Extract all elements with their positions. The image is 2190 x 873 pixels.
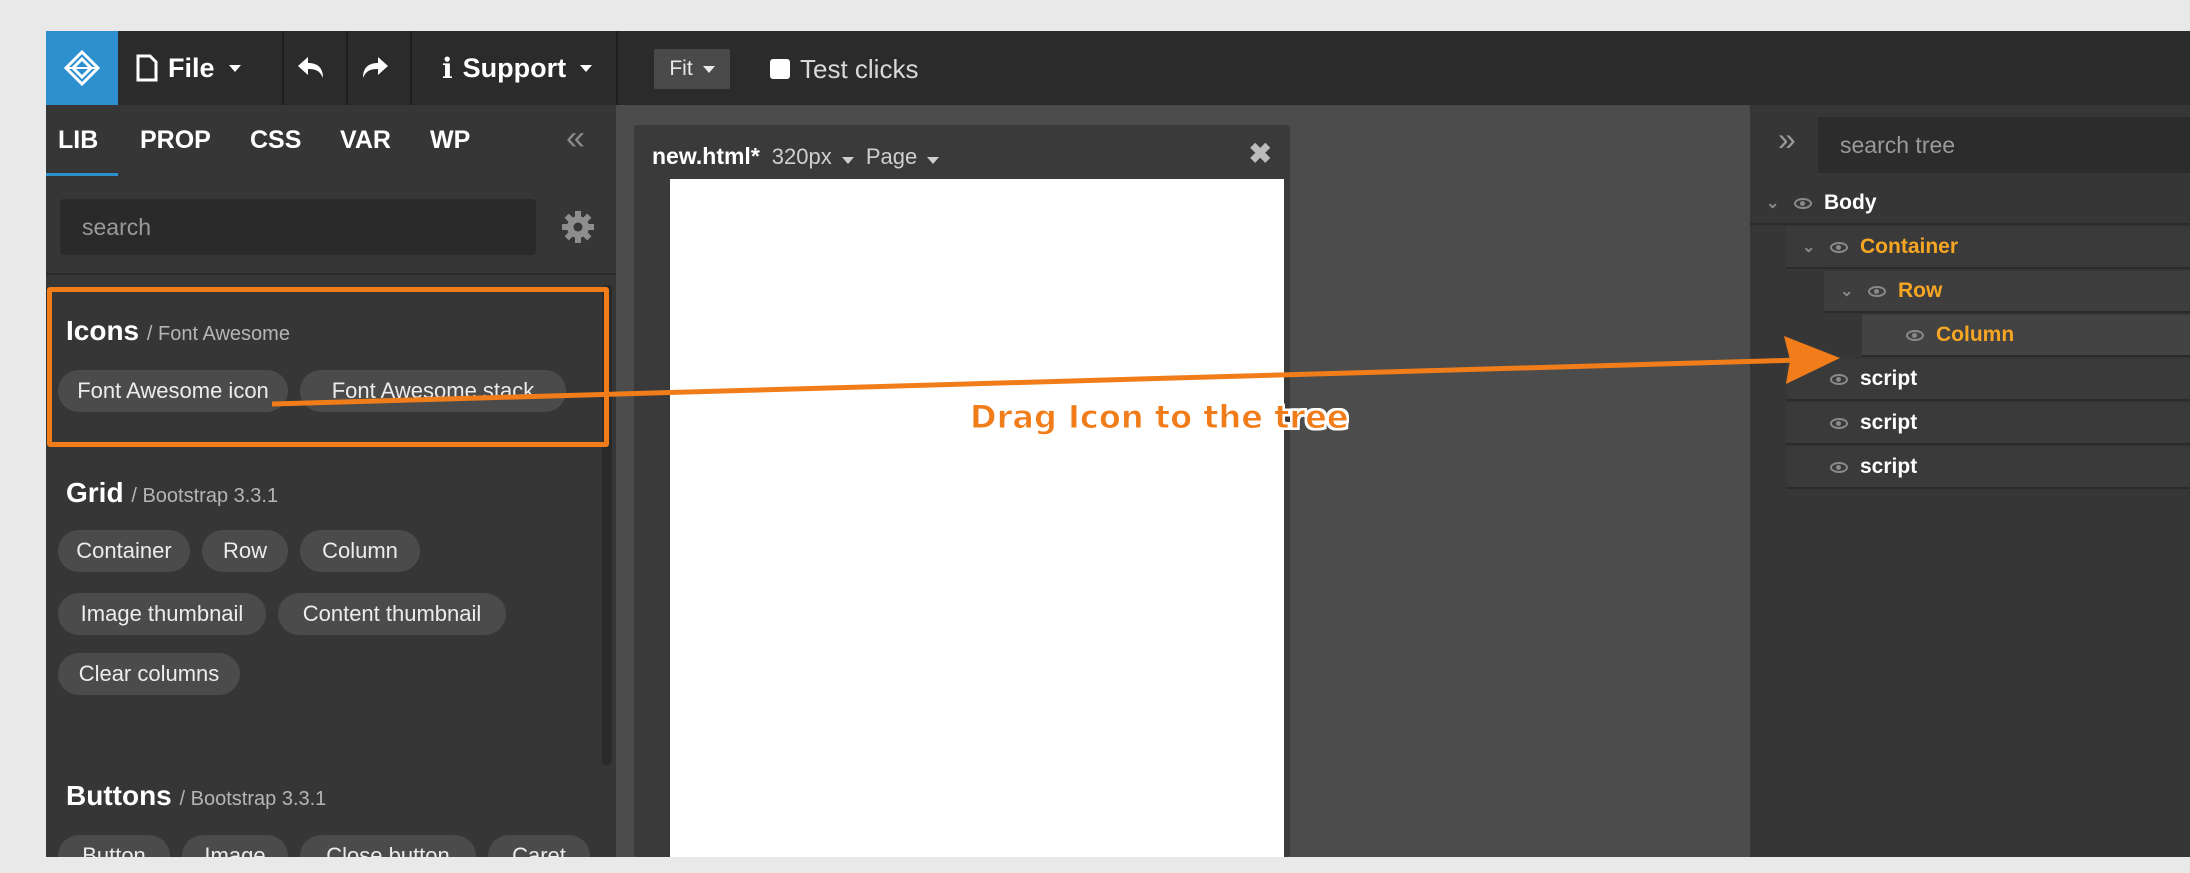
eye-icon[interactable] — [1906, 329, 1924, 341]
tree-node-label: script — [1860, 411, 1918, 434]
section-subtitle: / Bootstrap 3.3.1 — [131, 485, 279, 507]
chevron-down-icon — [927, 156, 940, 164]
tree-node-label: script — [1860, 455, 1918, 478]
chevron-down-icon — [580, 64, 593, 72]
tree-node-row[interactable]: ⌄ Row — [1824, 271, 2190, 313]
section-title: Grid — [66, 477, 124, 508]
tab-var[interactable]: VAR — [340, 105, 391, 175]
gear-icon[interactable] — [560, 209, 596, 245]
support-menu-button[interactable]: i Support — [442, 31, 593, 105]
document-tab-header: new.html* 320px Page — [652, 143, 940, 170]
tab-wp[interactable]: WP — [430, 105, 470, 175]
tree-node-label: script — [1860, 367, 1918, 390]
annotation-label: Drag Icon to the tree — [970, 398, 1350, 437]
test-clicks-label: Test clicks — [800, 53, 919, 84]
component-row[interactable]: Row — [202, 530, 288, 572]
toolbar-divider — [616, 31, 618, 105]
eye-icon[interactable] — [1830, 461, 1848, 473]
close-icon[interactable]: ✖ — [1249, 137, 1272, 170]
tab-css[interactable]: CSS — [250, 105, 301, 175]
tree-node-column[interactable]: Column — [1862, 315, 2190, 357]
top-toolbar: File i Support Fit Test clicks — [46, 31, 2190, 105]
redo-icon — [363, 57, 388, 78]
app-logo[interactable] — [46, 31, 118, 105]
page-menu-dropdown[interactable]: Page — [866, 144, 940, 170]
chevron-down-icon[interactable]: ⌄ — [1766, 193, 1782, 213]
eye-icon[interactable] — [1830, 373, 1848, 385]
section-subtitle: / Bootstrap 3.3.1 — [179, 788, 327, 810]
canvas-area: new.html* 320px Page ✖ — [616, 105, 1750, 857]
support-menu-label: Support — [462, 52, 567, 83]
component-button[interactable]: Button — [58, 835, 170, 857]
tree-node-body[interactable]: ⌄ Body — [1750, 183, 2190, 225]
panel-tabs: LIB PROP CSS VAR WP « — [46, 105, 616, 175]
tab-lib[interactable]: LIB — [58, 105, 98, 175]
redo-button[interactable] — [360, 31, 390, 105]
component-column[interactable]: Column — [300, 530, 420, 572]
file-menu-button[interactable]: File — [136, 31, 241, 105]
page-width-label: 320px — [771, 143, 832, 169]
eye-icon[interactable] — [1830, 417, 1848, 429]
toolbar-divider — [282, 31, 284, 105]
document-filename[interactable]: new.html* — [652, 143, 760, 170]
fit-label: Fit — [669, 57, 693, 80]
chevron-down-icon[interactable]: ⌄ — [1802, 237, 1818, 257]
tree-node-script[interactable]: script — [1786, 447, 2190, 489]
component-close-button[interactable]: Close button — [300, 835, 476, 857]
file-menu-label: File — [168, 52, 215, 83]
eye-icon[interactable] — [1794, 197, 1812, 209]
tree-panel: » search tree ⌄ Body ⌄ Container ⌄ Row C… — [1750, 105, 2190, 857]
component-container[interactable]: Container — [58, 530, 190, 572]
tree-node-script[interactable]: script — [1786, 359, 2190, 401]
undo-icon — [298, 57, 323, 78]
page-width-dropdown[interactable]: 320px — [772, 144, 854, 170]
test-clicks-checkbox[interactable] — [770, 59, 790, 79]
info-icon: i — [442, 51, 453, 85]
file-icon — [136, 54, 158, 82]
tree-node-label: Row — [1898, 279, 1943, 302]
component-caret[interactable]: Caret — [488, 835, 590, 857]
component-image-thumbnail[interactable]: Image thumbnail — [58, 593, 266, 635]
tab-prop[interactable]: PROP — [140, 105, 211, 175]
test-clicks-toggle[interactable]: Test clicks — [770, 49, 918, 89]
search-tree-input[interactable]: search tree — [1818, 117, 2190, 173]
page-menu-label: Page — [865, 143, 918, 169]
component-image[interactable]: Image — [182, 835, 288, 857]
chevron-down-icon — [228, 64, 241, 72]
section-heading-grid: Grid / Bootstrap 3.3.1 — [66, 477, 278, 509]
section-title: Buttons — [66, 780, 172, 811]
eye-icon[interactable] — [1830, 241, 1848, 253]
active-tab-indicator — [46, 173, 118, 176]
component-content-thumbnail[interactable]: Content thumbnail — [278, 593, 506, 635]
highlight-box — [47, 287, 609, 447]
chevron-down-icon — [702, 65, 715, 73]
section-heading-buttons: Buttons / Bootstrap 3.3.1 — [66, 780, 326, 812]
undo-button[interactable] — [296, 31, 326, 105]
library-panel: LIB PROP CSS VAR WP « search Icons / Fon… — [46, 105, 616, 857]
tree-node-label: Container — [1860, 235, 1959, 258]
fit-zoom-dropdown[interactable]: Fit — [654, 49, 730, 89]
document-frame: new.html* 320px Page ✖ — [634, 125, 1290, 857]
collapse-panel-icon[interactable]: « — [566, 119, 585, 158]
tree-node-label: Column — [1936, 323, 2015, 346]
eye-icon[interactable] — [1868, 285, 1886, 297]
chevron-down-icon — [841, 156, 854, 164]
tree-node-script[interactable]: script — [1786, 403, 2190, 445]
library-search-input[interactable]: search — [60, 199, 536, 255]
tree-node-container[interactable]: ⌄ Container — [1786, 227, 2190, 269]
component-clear-columns[interactable]: Clear columns — [58, 653, 240, 695]
page-preview[interactable] — [670, 179, 1284, 857]
toolbar-divider — [346, 31, 348, 105]
logo-icon — [63, 49, 101, 87]
toolbar-divider — [410, 31, 412, 105]
tree-node-label: Body — [1824, 191, 1877, 214]
expand-panel-icon[interactable]: » — [1778, 121, 1796, 158]
chevron-down-icon[interactable]: ⌄ — [1840, 281, 1856, 301]
